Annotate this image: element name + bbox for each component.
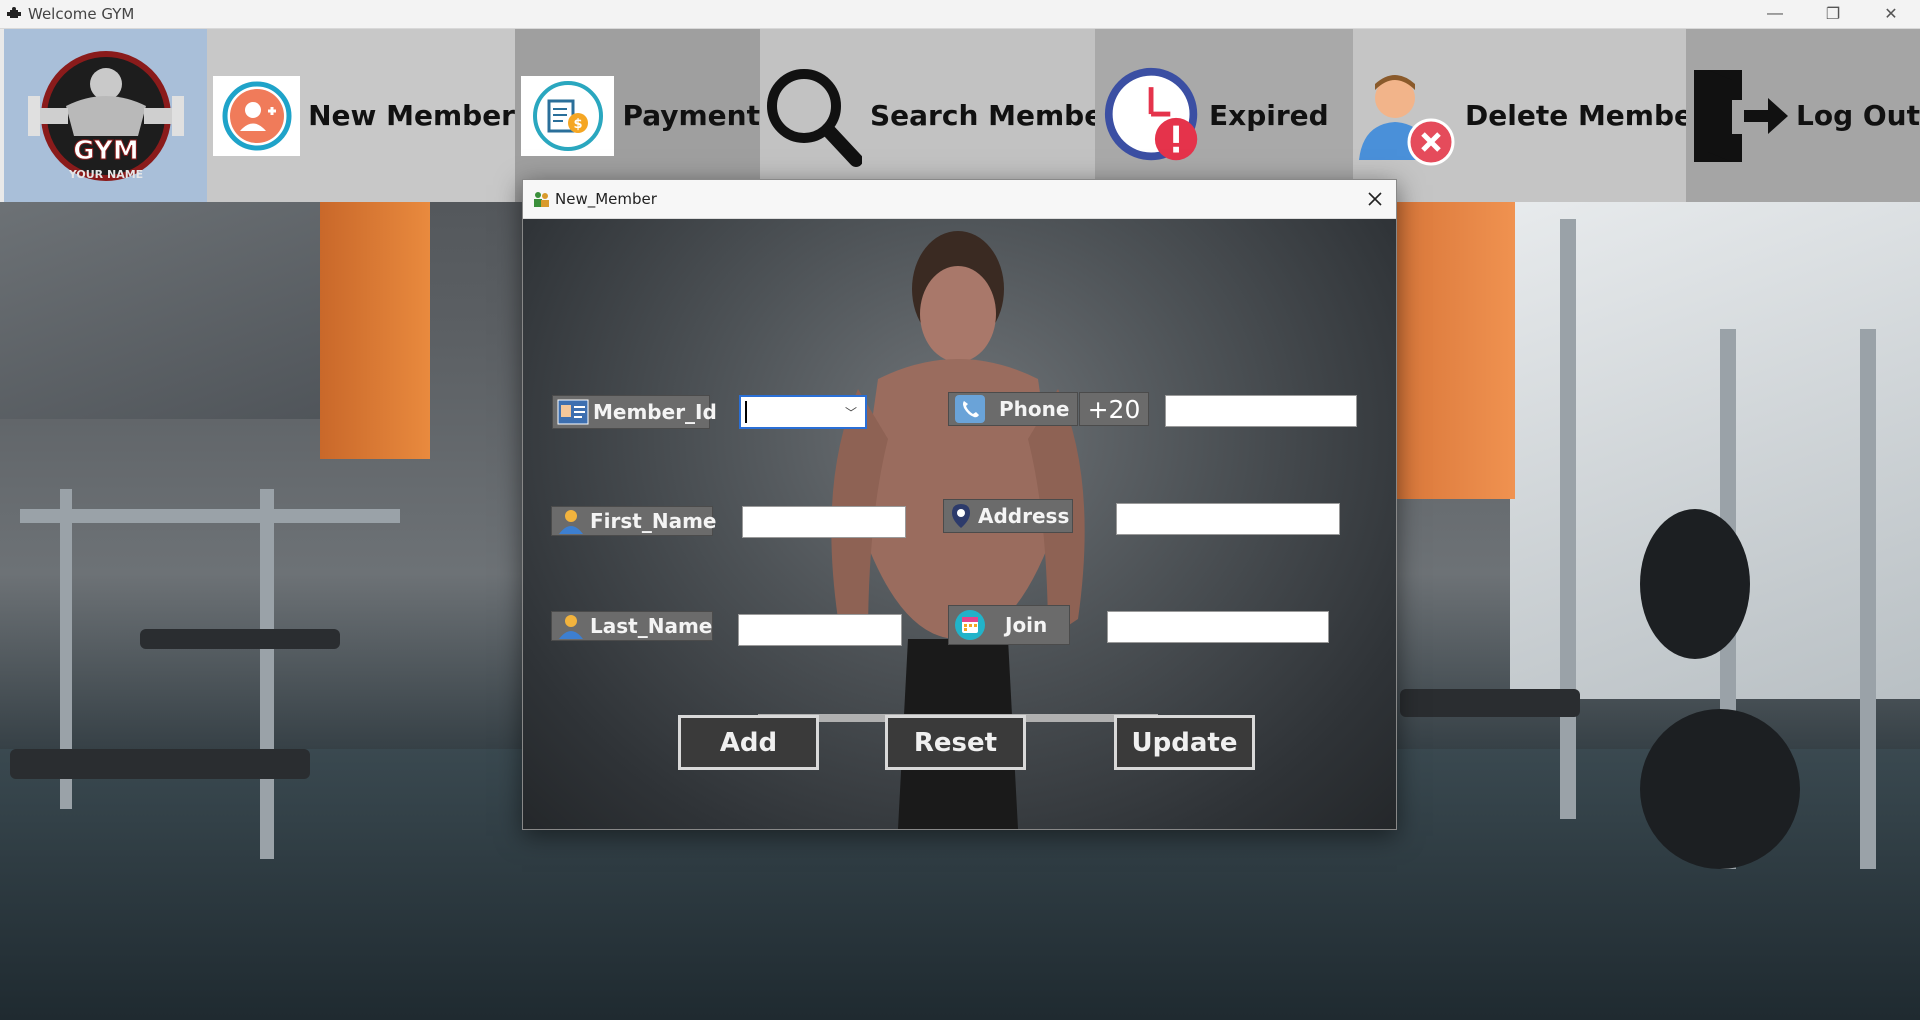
restore-button[interactable]: ❐ (1804, 0, 1862, 29)
logout-button[interactable]: Log Out (1686, 29, 1920, 202)
main-toolbar: GYM YOUR NAME New Member $ Payment Searc… (0, 29, 1920, 202)
user-star-icon (556, 507, 586, 535)
svg-text:GYM: GYM (73, 136, 138, 166)
gym-app-icon (4, 4, 24, 24)
close-icon (1368, 192, 1382, 206)
search-member-label: Search Member (870, 99, 1118, 132)
clock-alert-icon (1103, 61, 1203, 171)
member-id-label: Member_Id (552, 395, 717, 429)
dialog-title: New_Member (555, 190, 657, 208)
search-icon (762, 61, 862, 171)
add-button[interactable]: Add (678, 715, 819, 770)
address-label: Address (943, 499, 1073, 533)
phone-field[interactable] (1165, 395, 1357, 427)
gym-logo: GYM YOUR NAME (0, 29, 207, 202)
chevron-down-icon[interactable]: ﹀ (845, 404, 857, 421)
delete-member-button[interactable]: Delete Member (1353, 29, 1707, 202)
window-titlebar: Welcome GYM — ❐ ✕ (0, 0, 1920, 29)
join-date-field[interactable] (1107, 611, 1329, 643)
update-button[interactable]: Update (1114, 715, 1255, 770)
phone-icon (953, 395, 987, 423)
payment-label: Payment (622, 99, 760, 132)
logout-door-icon (1688, 61, 1792, 171)
reset-button[interactable]: Reset (885, 715, 1026, 770)
window-title: Welcome GYM (28, 5, 135, 23)
delete-member-label: Delete Member (1465, 99, 1707, 132)
dialog-titlebar: New_Member (523, 180, 1396, 219)
address-field[interactable] (1116, 503, 1340, 535)
dialog-body: Member_Id ﹀ Phone +20 First_Name Address… (523, 219, 1396, 829)
first-name-field[interactable] (742, 506, 906, 538)
logout-label: Log Out (1796, 99, 1920, 132)
user-star-icon (556, 612, 586, 640)
close-button[interactable]: ✕ (1862, 0, 1920, 29)
users-icon (531, 189, 551, 209)
phone-country-code: +20 (1079, 392, 1149, 426)
remove-user-icon (1353, 61, 1457, 171)
location-pin-icon (948, 502, 974, 530)
dialog-close-button[interactable] (1354, 180, 1396, 219)
phone-label: Phone (948, 392, 1078, 426)
last-name-field[interactable] (738, 614, 902, 646)
last-name-label: Last_Name (551, 611, 713, 641)
add-user-icon (213, 75, 301, 156)
id-card-icon (557, 398, 589, 426)
new-member-button[interactable]: New Member (207, 29, 515, 202)
svg-text:$: $ (573, 117, 582, 132)
new-member-label: New Member (308, 99, 515, 132)
svg-text:YOUR NAME: YOUR NAME (67, 168, 142, 181)
search-member-button[interactable]: Search Member (760, 29, 1117, 202)
new-member-dialog: New_Member Member_Id ﹀ Phone +20 First_N… (522, 179, 1397, 830)
expired-button[interactable]: Expired (1095, 29, 1353, 202)
first-name-label: First_Name (551, 506, 716, 536)
member-id-combobox[interactable]: ﹀ (739, 395, 867, 429)
calendar-icon (953, 610, 987, 640)
minimize-button[interactable]: — (1746, 0, 1804, 29)
expired-label: Expired (1209, 99, 1329, 132)
payment-icon: $ (521, 75, 615, 156)
join-label: Join (948, 605, 1070, 645)
payment-button[interactable]: $ Payment (515, 29, 760, 202)
